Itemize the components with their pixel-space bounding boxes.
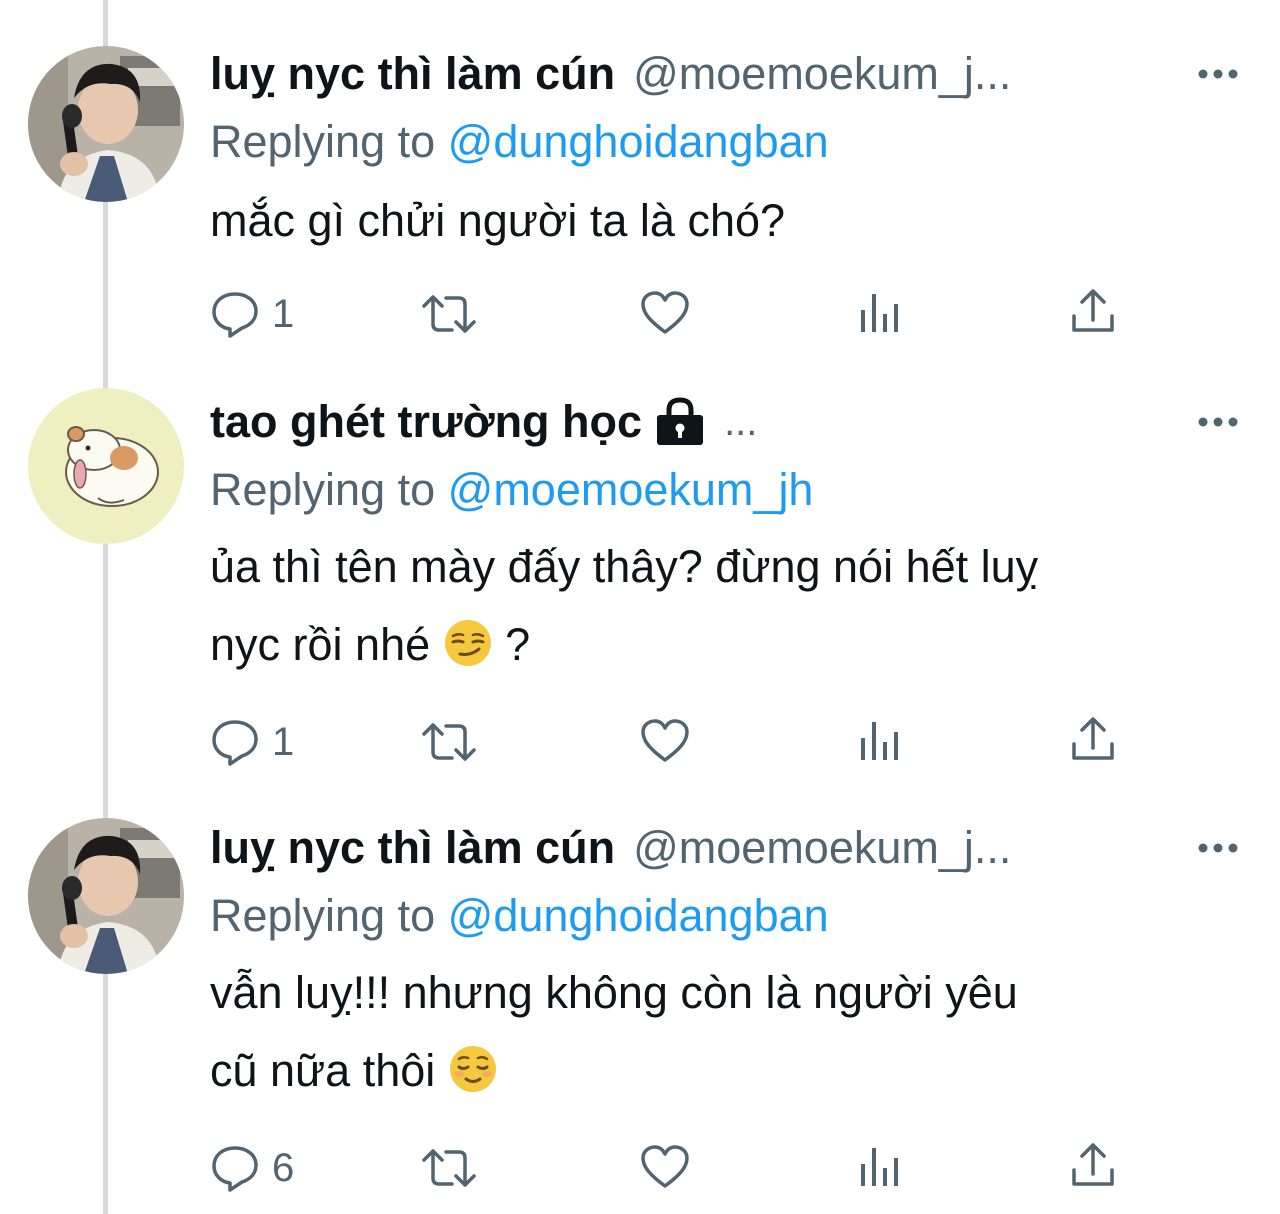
user-handle[interactable]: @moemoekum_j... [633,44,1011,104]
reply-button[interactable]: 1 [210,290,294,338]
header-ellipsis: ... [724,400,758,444]
replying-to-label: Replying to [210,464,448,515]
retweet-button[interactable] [420,292,478,336]
like-button[interactable] [640,1144,690,1190]
retweet-icon [422,1149,476,1187]
replying-to-label: Replying to [210,116,448,167]
reply-count: 6 [272,1145,295,1190]
display-name[interactable]: luỵ nyc thì làm cún [210,818,615,878]
reply-count: 1 [272,719,295,764]
replying-to-mention[interactable]: @dunghoidangban [448,116,829,167]
replying-to-mention[interactable]: @moemoekum_jh [448,464,814,515]
tweet-actions: 1 [0,712,1280,772]
tweet-text-line: vẫn luỵ!!! nhưng không còn là người yêu [210,967,1018,1018]
replying-to: Replying to @dunghoidangban [210,112,829,172]
reply-button[interactable]: 1 [210,718,294,766]
share-button[interactable] [1070,716,1116,762]
tweet-header: luỵ nyc thì làm cún @moemoekum_j... [210,818,1011,878]
avatar[interactable] [28,388,184,544]
tweet-text-line: ủa thì tên mày đấy thây? đừng nói hết lu… [210,541,1039,592]
tweet-actions: 6 [0,1138,1280,1198]
views-button[interactable] [858,1144,902,1190]
tweet-text-line-with-emoji: nyc rồi nhé ? [210,606,1250,684]
more-icon[interactable] [1196,410,1240,434]
retweet-icon [422,295,476,333]
tweet-text-line: cũ nữa thôi [210,1045,436,1096]
reply-icon [212,720,258,766]
retweet-button[interactable] [420,1146,478,1190]
tweet-text: vẫn luỵ!!! nhưng không còn là người yêu … [210,954,1250,1110]
replying-to: Replying to @moemoekum_jh [210,460,813,520]
like-button[interactable] [640,718,690,764]
tweet-text-line: nyc rồi nhé [210,619,431,670]
display-name[interactable]: tao ghét trường học [210,392,642,452]
share-button[interactable] [1070,1142,1116,1188]
tweet-text: mắc gì chửi người ta là chó? [210,182,1250,260]
tweet-text-line: mắc gì chửi người ta là chó? [210,195,786,246]
tweet-text-suffix: ? [505,619,531,670]
more-icon[interactable] [1196,836,1240,860]
retweet-button[interactable] [420,720,478,764]
like-button[interactable] [640,290,690,336]
relieved-face-icon [449,1046,496,1092]
avatar[interactable] [28,818,184,974]
smirking-face-icon [444,620,491,666]
views-icon [861,294,898,332]
tweet-actions: 1 [0,284,1280,344]
tweet-text-line-with-emoji: cũ nữa thôi [210,1032,1250,1110]
tweet-header: luỵ nyc thì làm cún @moemoekum_j... [210,44,1011,104]
more-icon[interactable] [1196,62,1240,86]
views-button[interactable] [858,718,902,764]
share-icon [1072,717,1114,760]
share-button[interactable] [1070,288,1116,334]
display-name[interactable]: luỵ nyc thì làm cún [210,44,615,104]
views-icon [861,722,898,760]
reply-count: 1 [272,291,295,336]
views-icon [861,1148,898,1186]
like-icon [641,719,689,762]
tweet-text: ủa thì tên mày đấy thây? đừng nói hết lu… [210,528,1250,684]
user-handle[interactable]: @moemoekum_j... [633,818,1011,878]
tweet-header: tao ghét trường học ... [210,392,757,452]
reply-button[interactable]: 6 [210,1144,294,1192]
views-button[interactable] [858,290,902,336]
like-icon [641,1145,689,1188]
share-icon [1072,289,1114,332]
share-icon [1072,1143,1114,1186]
like-icon [641,291,689,334]
replying-to-label: Replying to [210,890,448,941]
replying-to-mention[interactable]: @dunghoidangban [448,890,829,941]
retweet-icon [422,723,476,761]
lock-icon [657,397,704,445]
reply-icon [212,292,258,338]
replying-to: Replying to @dunghoidangban [210,886,829,946]
avatar[interactable] [28,46,184,202]
reply-icon [212,1146,258,1192]
